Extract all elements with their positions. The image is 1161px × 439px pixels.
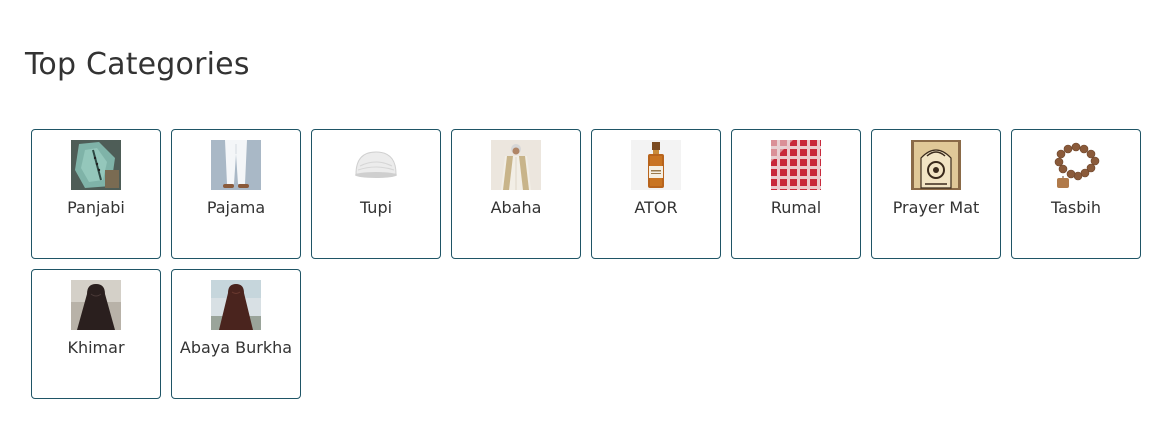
ator-perfume-image: [631, 140, 681, 190]
category-label: Panjabi: [67, 198, 125, 217]
category-label: Khimar: [67, 338, 125, 357]
category-label: Abaha: [490, 198, 542, 217]
abaya-burkha-image: [211, 280, 261, 330]
category-label: Tupi: [359, 198, 393, 217]
category-label: Prayer Mat: [892, 198, 980, 217]
category-card-panjabi[interactable]: Panjabi: [31, 129, 161, 259]
abaha-image: [491, 140, 541, 190]
category-card-rumal[interactable]: Rumal: [731, 129, 861, 259]
category-card-prayer-mat[interactable]: Prayer Mat: [871, 129, 1001, 259]
pajama-image: [211, 140, 261, 190]
category-label: Tasbih: [1050, 198, 1101, 217]
category-card-ator[interactable]: ATOR: [591, 129, 721, 259]
prayer-mat-image: [911, 140, 961, 190]
category-grid: Panjabi Pajama Tupi Abaha ATOR Rumal Pra…: [31, 129, 1151, 399]
rumal-scarf-image: [771, 140, 821, 190]
panjabi-image: [71, 140, 121, 190]
tasbih-beads-image: [1051, 140, 1101, 190]
category-label: Pajama: [206, 198, 266, 217]
category-card-abaya-burkha[interactable]: Abaya Burkha: [171, 269, 301, 399]
category-card-pajama[interactable]: Pajama: [171, 129, 301, 259]
category-card-abaha[interactable]: Abaha: [451, 129, 581, 259]
category-label: Rumal: [770, 198, 822, 217]
category-card-tupi[interactable]: Tupi: [311, 129, 441, 259]
khimar-image: [71, 280, 121, 330]
category-label: Abaya Burkha: [179, 338, 293, 357]
category-label: ATOR: [634, 198, 678, 217]
category-card-tasbih[interactable]: Tasbih: [1011, 129, 1141, 259]
section-title: Top Categories: [25, 47, 250, 82]
category-card-khimar[interactable]: Khimar: [31, 269, 161, 399]
tupi-cap-image: [351, 140, 401, 190]
